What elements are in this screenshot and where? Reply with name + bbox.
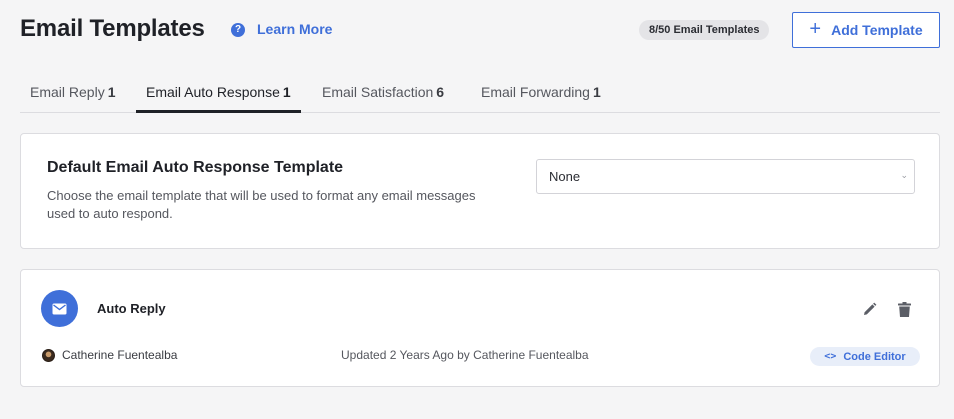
default-template-description: Choose the email template that will be u… bbox=[47, 188, 476, 221]
template-type-tabs: Email Reply 1 Email Auto Response 1 Email … bbox=[20, 76, 940, 113]
tab-label: Email Satisfaction bbox=[322, 84, 434, 100]
code-editor-label: Code Editor bbox=[843, 350, 906, 363]
page-header: Email Templates ? Learn More 8/50 Email … bbox=[20, 12, 940, 48]
tab-email-forwarding[interactable]: Email Forwarding 1 bbox=[471, 76, 611, 113]
default-template-card: Default Email Auto Response Template Cho… bbox=[20, 133, 940, 249]
tab-count: 1 bbox=[282, 84, 291, 100]
template-card: Auto Reply Catherine Fuentealba Updated … bbox=[20, 269, 940, 387]
template-count-badge: 8/50 Email Templates bbox=[639, 20, 770, 40]
add-template-button[interactable]: + Add Template bbox=[792, 12, 940, 48]
tab-count: 1 bbox=[592, 84, 601, 100]
tab-email-reply[interactable]: Email Reply 1 bbox=[20, 76, 126, 113]
envelope-icon bbox=[41, 290, 78, 327]
avatar bbox=[42, 348, 55, 362]
pencil-icon[interactable] bbox=[860, 300, 878, 318]
tab-label: Email Forwarding bbox=[481, 84, 590, 100]
help-icon[interactable]: ? bbox=[231, 23, 245, 37]
tab-count: 1 bbox=[107, 84, 116, 100]
add-template-label: Add Template bbox=[831, 22, 923, 38]
tab-label: Email Auto Response bbox=[146, 84, 280, 100]
tab-email-satisfaction[interactable]: Email Satisfaction 6 bbox=[312, 76, 454, 113]
trash-icon[interactable] bbox=[895, 300, 913, 318]
chevron-down-icon: ⌄ bbox=[900, 170, 908, 180]
select-value: None bbox=[549, 169, 581, 184]
page-title: Email Templates bbox=[20, 15, 205, 42]
tab-count: 6 bbox=[436, 84, 445, 100]
code-editor-button[interactable]: <> Code Editor bbox=[810, 347, 920, 366]
learn-more-link[interactable]: Learn More bbox=[257, 21, 332, 37]
code-icon: <> bbox=[824, 351, 837, 362]
default-template-title: Default Email Auto Response Template bbox=[47, 159, 344, 176]
template-author: Catherine Fuentealba bbox=[42, 348, 177, 362]
template-name: Auto Reply bbox=[97, 301, 166, 316]
tab-label: Email Reply bbox=[30, 84, 105, 100]
default-template-select[interactable]: None ⌄ bbox=[536, 159, 915, 194]
updated-info: Updated 2 Years Ago by Catherine Fuentea… bbox=[341, 348, 589, 362]
author-name: Catherine Fuentealba bbox=[62, 348, 178, 362]
plus-icon: + bbox=[809, 18, 822, 40]
tab-email-auto-response[interactable]: Email Auto Response 1 bbox=[136, 76, 301, 113]
